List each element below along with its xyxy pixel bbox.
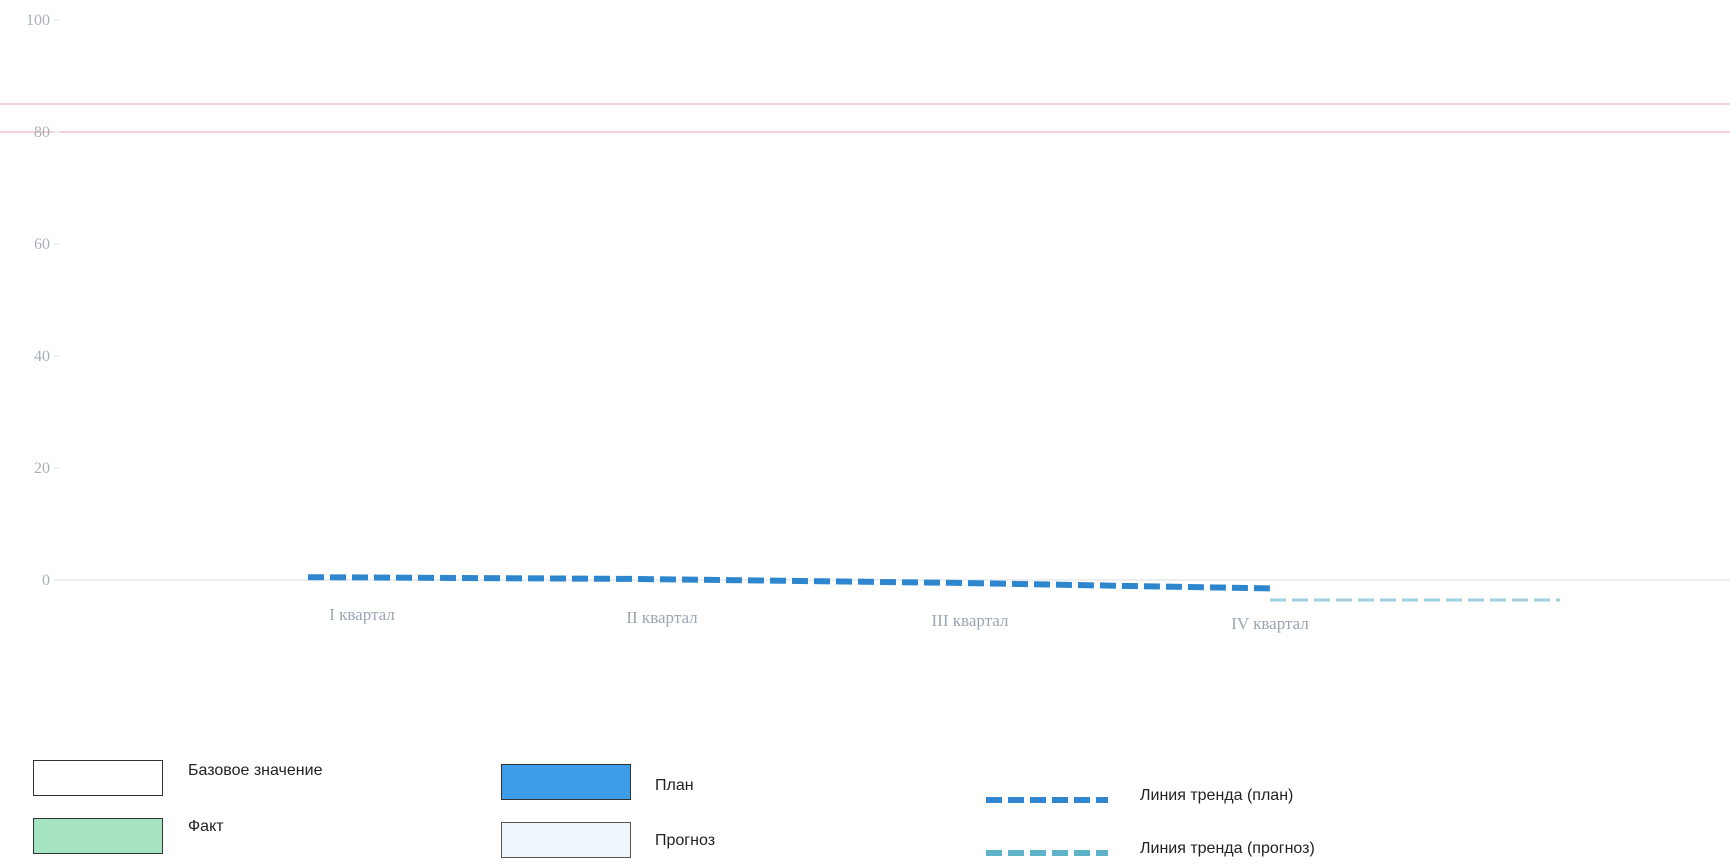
y-tick-label-20: 20 — [34, 460, 50, 477]
y-tick-label-80: 80 — [34, 124, 50, 141]
x-tick-label-2: III квартал — [932, 611, 1009, 630]
y-tick-label-60: 60 — [34, 236, 50, 253]
reference-lines — [0, 103, 1730, 133]
x-tick-label-1: II квартал — [626, 608, 698, 627]
chart: 0 20 40 60 80 100 I квартал II квартал III квар… — [0, 12, 1730, 633]
x-axis: I квартал II квартал III квартал IV квартал — [60, 579, 1730, 633]
trend-lines — [307, 574, 1560, 602]
y-tick-label-0: 0 — [42, 572, 50, 589]
y-axis: 0 20 40 60 80 100 — [26, 12, 60, 589]
x-tick-label-0: I квартал — [329, 605, 395, 624]
x-tick-label-3: IV квартал — [1231, 614, 1309, 633]
y-tick-label-40: 40 — [34, 348, 50, 365]
trend-line-plan — [307, 574, 1271, 592]
y-tick-label-100: 100 — [26, 12, 50, 29]
